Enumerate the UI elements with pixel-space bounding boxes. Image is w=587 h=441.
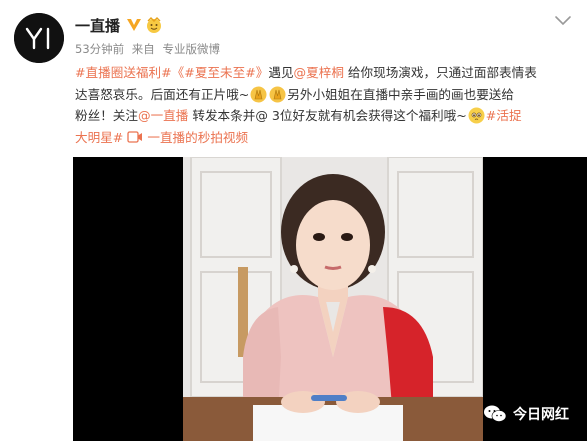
- watermark-text: 今日网红: [513, 407, 569, 423]
- verified-v-icon: [127, 19, 142, 31]
- post-line: 粉丝！关注 @一直播 转发本条并@ 3位好友就有机会获得这个福利哦~ #活捉: [75, 105, 577, 127]
- post-text-segment: 另外小姐姐在直播中亲手画的画也要送给: [287, 86, 514, 102]
- post-text-segment: 转发本条并@ 3位好友就有机会获得这个福利哦~: [188, 108, 467, 123]
- avatar[interactable]: [14, 13, 64, 63]
- post-text-segment: 遇见: [268, 65, 294, 80]
- yi-logo-icon: [14, 13, 64, 63]
- video-link-icon: [127, 131, 143, 143]
- member-badge-icon[interactable]: [145, 16, 163, 34]
- post-text-segment: 粉丝！关注: [75, 108, 138, 123]
- post-text-segment: 给你现场演戏，只通过面部表情表: [343, 65, 537, 80]
- post-line: 大明星# 一直播的秒拍视频: [75, 127, 577, 149]
- mention-link[interactable]: @一直播: [138, 105, 188, 127]
- post-line: 达喜怒哀乐。后面还有正片哦~ 另外小姐姐在直播中亲手画的画也要送给: [75, 84, 577, 106]
- post-source[interactable]: 专业版微博: [162, 42, 220, 56]
- pleading-face-emoji-icon: [468, 107, 485, 124]
- post-line: #直播圈送福利# 《#夏至未至#》 遇见 @夏梓桐 给你现场演戏，只通过面部表情…: [75, 62, 577, 84]
- hashtag-link[interactable]: #直播圈送福利#: [75, 62, 172, 84]
- mention-link[interactable]: @夏梓桐: [294, 62, 344, 84]
- source-prefix: 来自: [131, 42, 155, 56]
- username-row: 一直播: [75, 14, 163, 36]
- wechat-icon: [484, 405, 507, 422]
- post-content: #直播圈送福利# 《#夏至未至#》 遇见 @夏梓桐 给你现场演戏，只通过面部表情…: [75, 62, 577, 148]
- pray-emoji-icon: [250, 86, 267, 103]
- watermark: 今日网红: [483, 404, 569, 424]
- username[interactable]: 一直播: [75, 15, 120, 36]
- post-meta: 53分钟前 来自 专业版微博: [75, 41, 224, 57]
- topic-link[interactable]: 《#夏至未至#》: [172, 62, 269, 84]
- pray-emoji-icon: [269, 86, 286, 103]
- hashtag-link[interactable]: #活捉: [486, 105, 522, 127]
- post-time[interactable]: 53分钟前: [75, 42, 124, 56]
- post-text-segment: 达喜怒哀乐。后面还有正片哦~: [75, 86, 250, 102]
- chevron-down-icon[interactable]: [554, 14, 572, 26]
- video-frame-image: [183, 157, 483, 441]
- video-link[interactable]: 一直播的秒拍视频: [147, 127, 248, 149]
- video-player[interactable]: 今日网红: [73, 157, 587, 441]
- hashtag-link[interactable]: 大明星#: [75, 127, 123, 149]
